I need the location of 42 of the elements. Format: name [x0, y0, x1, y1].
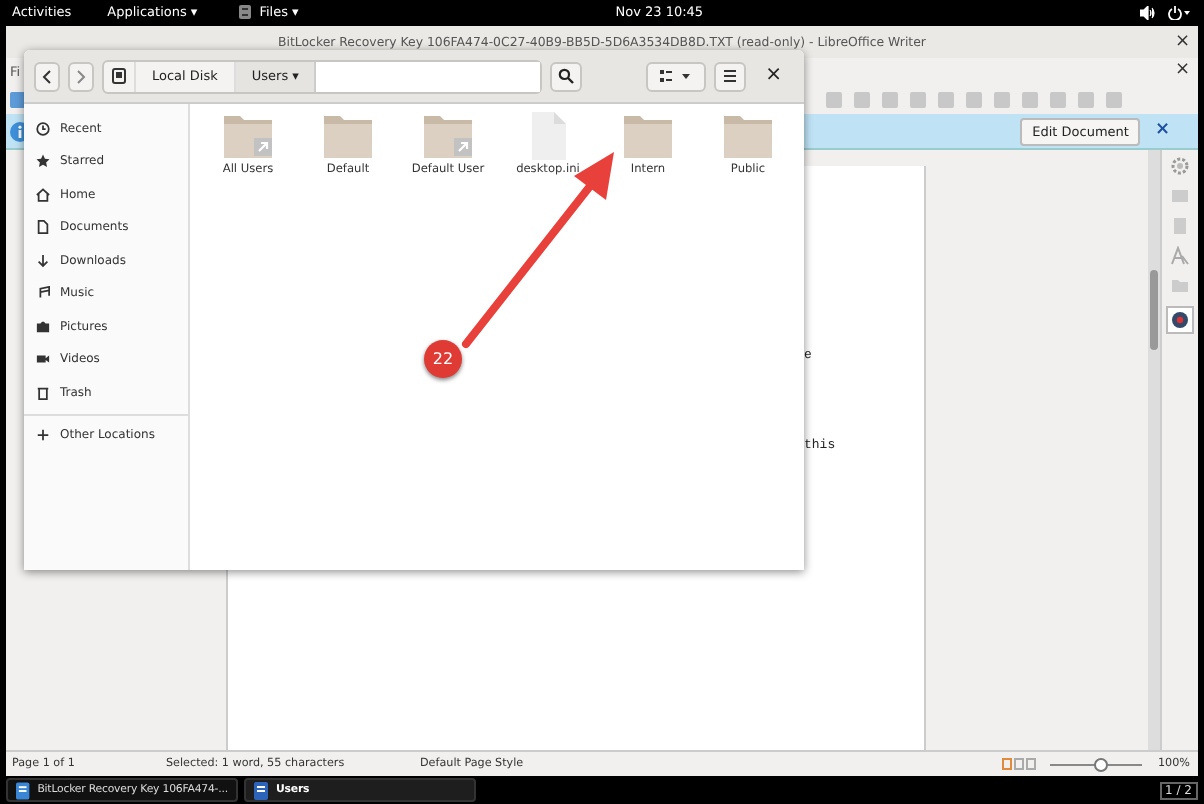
page-icon[interactable]	[1170, 216, 1190, 236]
folder-icon	[722, 112, 774, 160]
power-icon[interactable]	[1168, 5, 1192, 19]
chevron-right-icon	[76, 69, 86, 83]
search-icon	[557, 68, 574, 84]
camera-icon	[36, 319, 50, 334]
folder-icon	[622, 112, 674, 160]
document-icon	[16, 781, 30, 799]
folder-icon	[322, 112, 374, 160]
styles-icon[interactable]	[1170, 246, 1190, 266]
settings-icon[interactable]	[1170, 156, 1190, 176]
menu-button[interactable]	[713, 61, 746, 91]
star-icon	[36, 154, 50, 169]
back-button[interactable]	[34, 61, 60, 91]
home-icon	[36, 187, 50, 202]
document-icon	[254, 781, 268, 799]
close-button[interactable]: ×	[1154, 122, 1170, 140]
download-icon	[36, 253, 50, 268]
zoom-slider[interactable]	[1050, 756, 1142, 772]
folder-icon[interactable]	[1170, 276, 1190, 296]
view-options-button[interactable]	[645, 61, 706, 91]
close-button[interactable]: ×	[753, 66, 794, 86]
music-icon	[36, 286, 50, 301]
close-document-button[interactable]: ×	[1174, 62, 1190, 80]
properties-icon[interactable]	[1170, 186, 1190, 206]
trash-icon	[36, 385, 50, 400]
close-button[interactable]: ×	[1174, 33, 1190, 51]
doc-icon	[36, 220, 50, 235]
plus-icon	[36, 428, 50, 443]
scrollbar[interactable]	[1148, 150, 1160, 750]
folder-icon	[222, 112, 274, 160]
view-layout-icon[interactable]	[1002, 758, 1038, 770]
list-view-icon	[659, 70, 692, 82]
folder-icon	[422, 112, 474, 160]
recent-icon	[36, 121, 50, 136]
file-cabinet-icon	[237, 4, 252, 20]
chevron-left-icon	[42, 69, 52, 83]
video-icon	[36, 352, 50, 367]
volume-icon[interactable]	[1140, 5, 1156, 19]
menu-icon	[723, 70, 736, 82]
search-button[interactable]	[549, 61, 582, 91]
navigator-icon[interactable]	[1166, 306, 1194, 334]
